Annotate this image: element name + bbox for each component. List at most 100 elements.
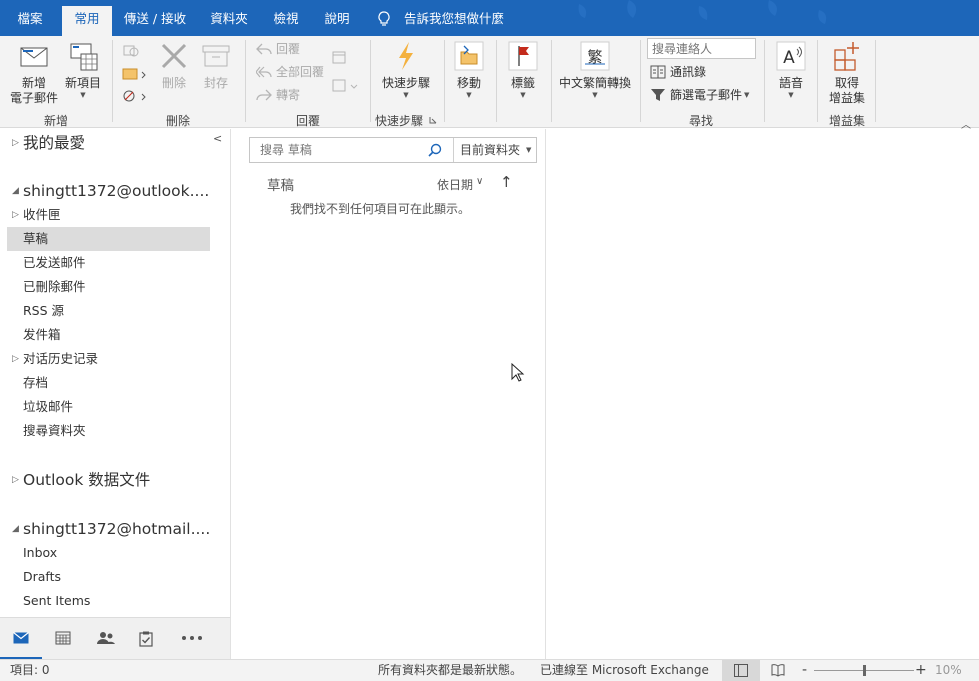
zoom-slider-thumb[interactable] [862,665,866,676]
tags-button[interactable]: 標籤 ▼ [503,40,543,99]
get-addins-button[interactable]: 取得 增益集 [824,40,870,106]
nav-people[interactable] [84,618,126,660]
collapse-icon[interactable]: ◢ [12,178,19,204]
normal-view-button[interactable] [722,660,760,681]
svg-text:繁: 繁 [587,48,602,66]
nav-calendar[interactable] [42,618,84,660]
ribbon-separator [245,40,246,122]
favorites-header[interactable]: ▷ 我的最愛 [0,130,210,156]
folders-status: 所有資料夾都是最新狀態。 [378,663,523,677]
quick-steps-button[interactable]: 快速步驟 ▼ [377,40,435,99]
folder-item-archive[interactable]: 存档 [0,371,210,395]
collapse-icon[interactable]: ◢ [12,516,19,542]
zoom-out-button[interactable]: - [802,660,807,681]
sort-direction-arrow-icon[interactable]: ↑ [500,173,513,191]
speech-button[interactable]: A 語音 ▼ [772,40,810,99]
folder-item-conversation-history[interactable]: ▷ 对话历史记录 [0,347,210,371]
search-input[interactable]: 搜尋 草稿 [260,138,312,162]
ribbon-separator [817,40,818,122]
address-book-icon [650,65,666,79]
tab-view[interactable]: 檢視 [262,6,310,36]
folder-item-hotmail-drafts[interactable]: Drafts [0,565,210,589]
folder-item-hotmail-sent[interactable]: Sent Items [0,589,210,613]
account-hotmail-header[interactable]: ◢ shingtt1372@hotmail.... [0,516,210,542]
favorites-label: 我的最愛 [23,134,86,152]
speech-label: 語音 [778,76,803,90]
new-email-button[interactable]: 新增 電子郵件 [8,40,60,106]
reply-all-icon [256,66,272,78]
ribbon-separator [112,40,113,122]
expand-icon[interactable]: ▷ [12,130,19,156]
search-scope-dropdown[interactable]: 目前資料夾 [460,138,520,162]
ribbon-separator [764,40,765,122]
tab-send-receive[interactable]: 傳送 / 接收 [114,6,196,36]
collapse-pane-icon[interactable]: < [213,132,222,145]
move-button[interactable]: 移動 ▼ [450,40,488,99]
folder-label: 已刪除郵件 [23,279,86,294]
clean-up-icon[interactable] [122,66,148,82]
group-label-quick-steps: 快速步驟 [375,114,424,128]
nav-mail[interactable] [0,618,42,660]
outlook-data-file-header[interactable]: ▷ Outlook 数据文件 [0,467,210,493]
tab-home[interactable]: 常用 [62,6,112,36]
folder-label: 已发送邮件 [23,255,86,270]
folder-label: RSS 源 [23,303,65,318]
folder-item-inbox[interactable]: ▷ 收件匣 [0,203,210,227]
sort-by-date[interactable]: 依日期 [437,176,473,193]
reply-label: 回覆 [276,42,301,56]
zoom-in-button[interactable]: + [915,660,927,681]
dialog-launcher-icon[interactable] [429,116,437,124]
folder-label: 发件箱 [23,327,61,342]
new-items-label: 新項目 [64,76,101,90]
reading-view-icon[interactable] [771,664,785,677]
folder-item-junk[interactable]: 垃圾邮件 [0,395,210,419]
reply-icon [256,43,272,55]
ribbon: 新增 電子郵件 新項目 ▼ 新增 刪除 封存 刪除 回覆 全部回覆 轉寄 回覆 … [0,36,979,131]
meeting-reply-icon[interactable] [332,50,350,66]
expand-icon[interactable]: ▷ [12,203,19,227]
junk-icon[interactable] [122,88,148,104]
nav-tasks[interactable] [126,618,168,660]
tab-folder[interactable]: 資料夾 [198,6,260,36]
addins-grid-icon [834,42,859,71]
archive-button[interactable]: 封存 [198,40,234,91]
ribbon-separator [640,40,641,122]
sort-caret-icon[interactable]: ∨ [476,176,483,187]
chinese-conversion-button[interactable]: 繁 中文繁簡轉換 ▼ [557,40,633,99]
account-outlook-label: shingtt1372@outlook.... [23,182,210,200]
folder-item-sent[interactable]: 已发送邮件 [0,251,210,275]
tab-help[interactable]: 說明 [312,6,362,36]
connection-status: 已連線至 Microsoft Exchange [540,663,709,677]
ribbon-separator [551,40,552,122]
account-hotmail-label: shingtt1372@hotmail.... [23,520,211,538]
folder-item-search-folders[interactable]: 搜尋資料夾 [0,419,210,443]
nav-more[interactable] [168,618,210,660]
folder-label: 存档 [23,375,49,390]
new-items-button[interactable]: 新項目 ▼ [62,40,104,99]
scope-caret-icon[interactable]: ▼ [526,138,531,162]
delete-button[interactable]: 刪除 [156,40,192,91]
folder-item-outbox[interactable]: 发件箱 [0,323,210,347]
search-people-input[interactable] [647,38,756,59]
more-respond-icon[interactable] [332,78,358,94]
new-items-icon [70,43,98,71]
account-outlook-header[interactable]: ◢ shingtt1372@outlook.... [0,178,210,204]
search-icon[interactable] [428,143,442,157]
search-box[interactable]: 搜尋 草稿 目前資料夾 ▼ [249,137,537,163]
expand-icon[interactable]: ▷ [12,347,19,371]
outlook-window: 檔案 常用 傳送 / 接收 資料夾 檢視 說明 告訴我您想做什麼 新增 電子郵件 [0,0,979,681]
new-items-caret-icon: ▼ [80,91,86,99]
quick-steps-label: 快速步驟 [381,76,430,90]
move-label: 移動 [456,76,481,90]
tab-file[interactable]: 檔案 [0,6,60,36]
folder-item-rss[interactable]: RSS 源 [0,299,210,323]
mouse-pointer-icon [511,363,525,382]
folder-label: 垃圾邮件 [23,399,74,414]
group-label-new: 新增 [43,114,68,128]
mail-icon [13,632,29,644]
folder-item-hotmail-inbox[interactable]: Inbox [0,541,210,565]
folder-item-deleted[interactable]: 已刪除郵件 [0,275,210,299]
folder-item-drafts[interactable]: 草稿 [7,227,210,251]
expand-icon[interactable]: ▷ [12,467,19,493]
archive-icon [202,45,230,67]
